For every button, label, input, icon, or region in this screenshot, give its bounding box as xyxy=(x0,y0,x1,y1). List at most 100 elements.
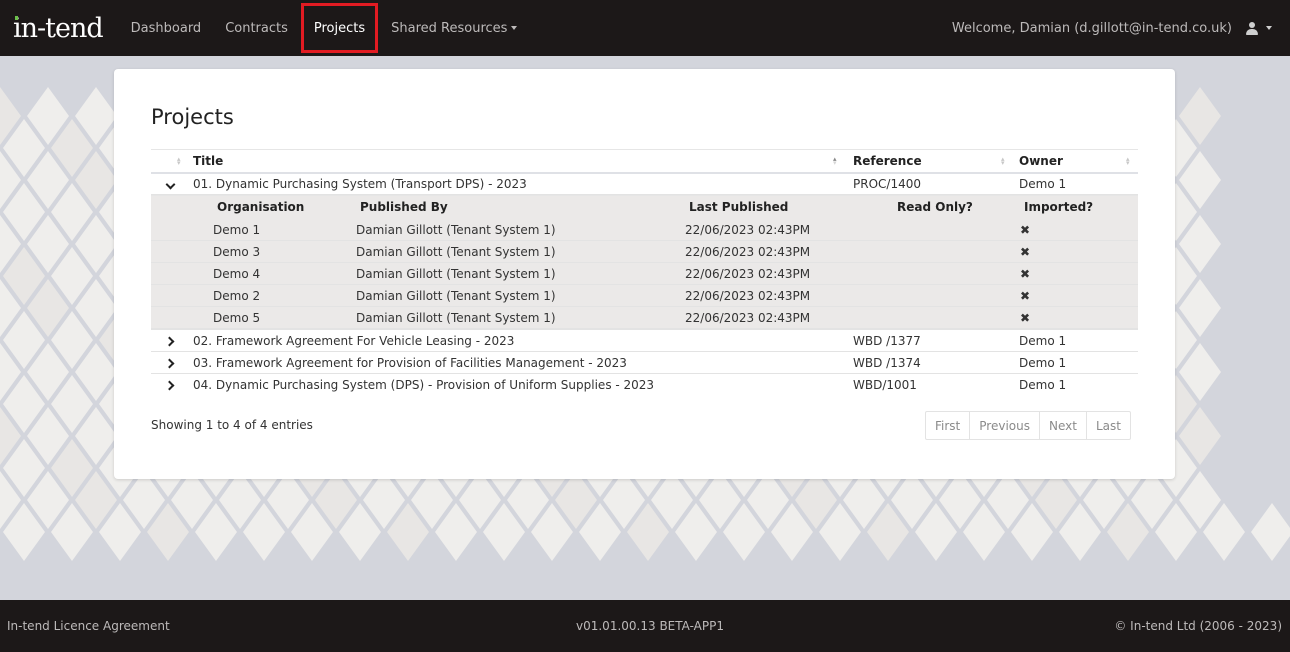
detail-pad xyxy=(151,306,213,329)
nav-dashboard[interactable]: Dashboard xyxy=(119,2,214,54)
projects-table: ▴▾ Title ▴▾ Reference ▴▾ Owner ▴▾ 01 xyxy=(151,149,1138,396)
pagination-next[interactable]: Next xyxy=(1040,412,1087,439)
imported-x-icon: ✖ xyxy=(1020,240,1138,263)
nav-dashboard-label: Dashboard xyxy=(130,20,202,36)
project-title: 04. Dynamic Purchasing System (DPS) - Pr… xyxy=(193,377,655,392)
column-reference-label: Reference xyxy=(853,153,922,168)
column-header-owner[interactable]: Owner ▴ ▾ xyxy=(1015,149,1138,174)
column-header-title[interactable]: Title ▴ ▾ xyxy=(189,149,849,174)
nav-projects[interactable]: Projects xyxy=(300,3,379,53)
brand-text: in-tend xyxy=(13,12,104,44)
table-row[interactable]: 01. Dynamic Purchasing System (Transport… xyxy=(151,172,1138,195)
detail-published-by: Damian Gillott (Tenant System 1) xyxy=(356,262,685,285)
detail-table: Organisation Published By Last Published… xyxy=(151,195,1138,329)
table-row[interactable]: 02. Framework Agreement For Vehicle Leas… xyxy=(151,329,1138,352)
detail-organisation: Demo 4 xyxy=(213,262,356,285)
detail-organisation: Demo 2 xyxy=(213,284,356,307)
top-navbar: in-tend Dashboard Contracts Projects Sha… xyxy=(0,0,1290,56)
nav-contracts[interactable]: Contracts xyxy=(213,2,300,54)
detail-header-organisation: Organisation xyxy=(213,195,356,219)
table-row[interactable]: 04. Dynamic Purchasing System (DPS) - Pr… xyxy=(151,374,1138,396)
detail-read-only xyxy=(893,306,1020,329)
page-title: Projects xyxy=(151,105,234,129)
project-owner: Demo 1 xyxy=(1015,329,1138,352)
detail-pad xyxy=(151,284,213,307)
chevron-right-icon xyxy=(164,380,174,391)
detail-table-row: Demo 1 Damian Gillott (Tenant System 1) 22… xyxy=(151,218,1138,241)
detail-table-row: Demo 2 Damian Gillott (Tenant System 1) 22… xyxy=(151,284,1138,307)
detail-table-row: Demo 4 Damian Gillott (Tenant System 1) 22… xyxy=(151,262,1138,285)
user-icon xyxy=(1246,21,1258,35)
detail-row: Organisation Published By Last Published… xyxy=(151,194,1138,330)
sort-icon: ▴ ▾ xyxy=(1001,155,1005,167)
detail-cell: Organisation Published By Last Published… xyxy=(151,194,1138,330)
project-reference: WBD/1001 xyxy=(853,377,917,392)
nav-shared-resources[interactable]: Shared Resources xyxy=(379,2,529,54)
sort-icon: ▴ ▾ xyxy=(177,155,181,167)
project-title: 01. Dynamic Purchasing System (Transport… xyxy=(189,172,849,195)
detail-last-published: 22/06/2023 02:43PM xyxy=(685,284,893,307)
table-header-row: ▴ ▾ Title ▴ ▾ Reference ▴ ▾ Owner ▴ ▾ xyxy=(151,149,1138,174)
project-owner: Demo 1 xyxy=(1015,351,1138,374)
detail-header-read-only: Read Only? xyxy=(893,195,1020,219)
brand-logo[interactable]: in-tend xyxy=(13,12,104,44)
expand-toggle[interactable] xyxy=(151,374,189,396)
project-title: 02. Framework Agreement For Vehicle Leas… xyxy=(189,329,849,352)
user-menu-button[interactable] xyxy=(1246,21,1272,35)
bg-diamond xyxy=(1251,503,1290,561)
column-owner-label: Owner xyxy=(1019,153,1063,168)
licence-agreement-link[interactable]: In-tend Licence Agreement xyxy=(7,619,170,633)
chevron-right-icon xyxy=(164,336,174,346)
imported-x-icon: ✖ xyxy=(1020,262,1138,285)
pagination-last[interactable]: Last xyxy=(1087,412,1130,439)
project-reference: PROC/1400 xyxy=(849,172,1015,195)
detail-last-published: 22/06/2023 02:43PM xyxy=(685,240,893,263)
project-reference: WBD /1374 xyxy=(849,351,1015,374)
detail-pad xyxy=(151,240,213,263)
projects-card: Projects ▴ ▾ Title ▴ ▾ Reference ▴ ▾ Owner … xyxy=(114,69,1175,479)
detail-published-by: Damian Gillott (Tenant System 1) xyxy=(356,306,685,329)
project-reference: WBD /1377 xyxy=(849,329,1015,352)
detail-pad xyxy=(151,218,213,241)
imported-x-icon: ✖ xyxy=(1020,306,1138,329)
imported-x-icon: ✖ xyxy=(1020,218,1138,241)
caret-down-icon xyxy=(1266,26,1272,30)
column-title-label: Title xyxy=(193,153,224,168)
project-owner: Demo 1 xyxy=(1019,377,1067,392)
detail-header-published-by: Published By xyxy=(356,195,685,219)
footer: In-tend Licence Agreement v01.01.00.13 B… xyxy=(0,600,1290,652)
detail-read-only xyxy=(893,284,1020,307)
copyright-text: © In-tend Ltd (2006 - 2023) xyxy=(1114,619,1282,633)
expand-toggle[interactable] xyxy=(151,351,189,374)
table-row[interactable]: 03. Framework Agreement for Provision of… xyxy=(151,351,1138,374)
detail-published-by: Damian Gillott (Tenant System 1) xyxy=(356,240,685,263)
chevron-right-icon xyxy=(164,358,174,368)
detail-last-published: 22/06/2023 02:43PM xyxy=(685,306,893,329)
detail-pad xyxy=(151,262,213,285)
table-info: Showing 1 to 4 of 4 entries xyxy=(151,418,313,432)
pagination: First Previous Next Last xyxy=(925,411,1131,440)
sort-asc-icon: ▴ ▾ xyxy=(833,155,837,167)
detail-organisation: Demo 1 xyxy=(213,218,356,241)
detail-read-only xyxy=(893,218,1020,241)
nav-contracts-label: Contracts xyxy=(225,20,288,36)
welcome-text: Welcome, Damian (d.gillott@in-tend.co.uk… xyxy=(951,20,1232,36)
detail-published-by: Damian Gillott (Tenant System 1) xyxy=(356,284,685,307)
sort-icon: ▴ ▾ xyxy=(1126,155,1130,167)
pagination-first[interactable]: First xyxy=(926,412,971,439)
detail-pad xyxy=(151,195,213,219)
column-header-reference[interactable]: Reference ▴ ▾ xyxy=(849,149,1015,174)
detail-last-published: 22/06/2023 02:43PM xyxy=(685,262,893,285)
logo-dot xyxy=(15,15,18,20)
expand-toggle[interactable] xyxy=(151,329,189,352)
detail-published-by: Damian Gillott (Tenant System 1) xyxy=(356,218,685,241)
detail-organisation: Demo 3 xyxy=(213,240,356,263)
version-text: v01.01.00.13 BETA-APP1 xyxy=(576,619,724,633)
expand-toggle[interactable] xyxy=(151,172,189,195)
detail-organisation: Demo 5 xyxy=(213,306,356,329)
toggle-column-header: ▴ ▾ xyxy=(151,149,189,174)
pagination-previous[interactable]: Previous xyxy=(970,412,1040,439)
detail-table-row: Demo 5 Damian Gillott (Tenant System 1) 22… xyxy=(151,306,1138,329)
nav-shared-resources-label: Shared Resources xyxy=(391,20,508,36)
nav-projects-label: Projects xyxy=(313,20,366,36)
